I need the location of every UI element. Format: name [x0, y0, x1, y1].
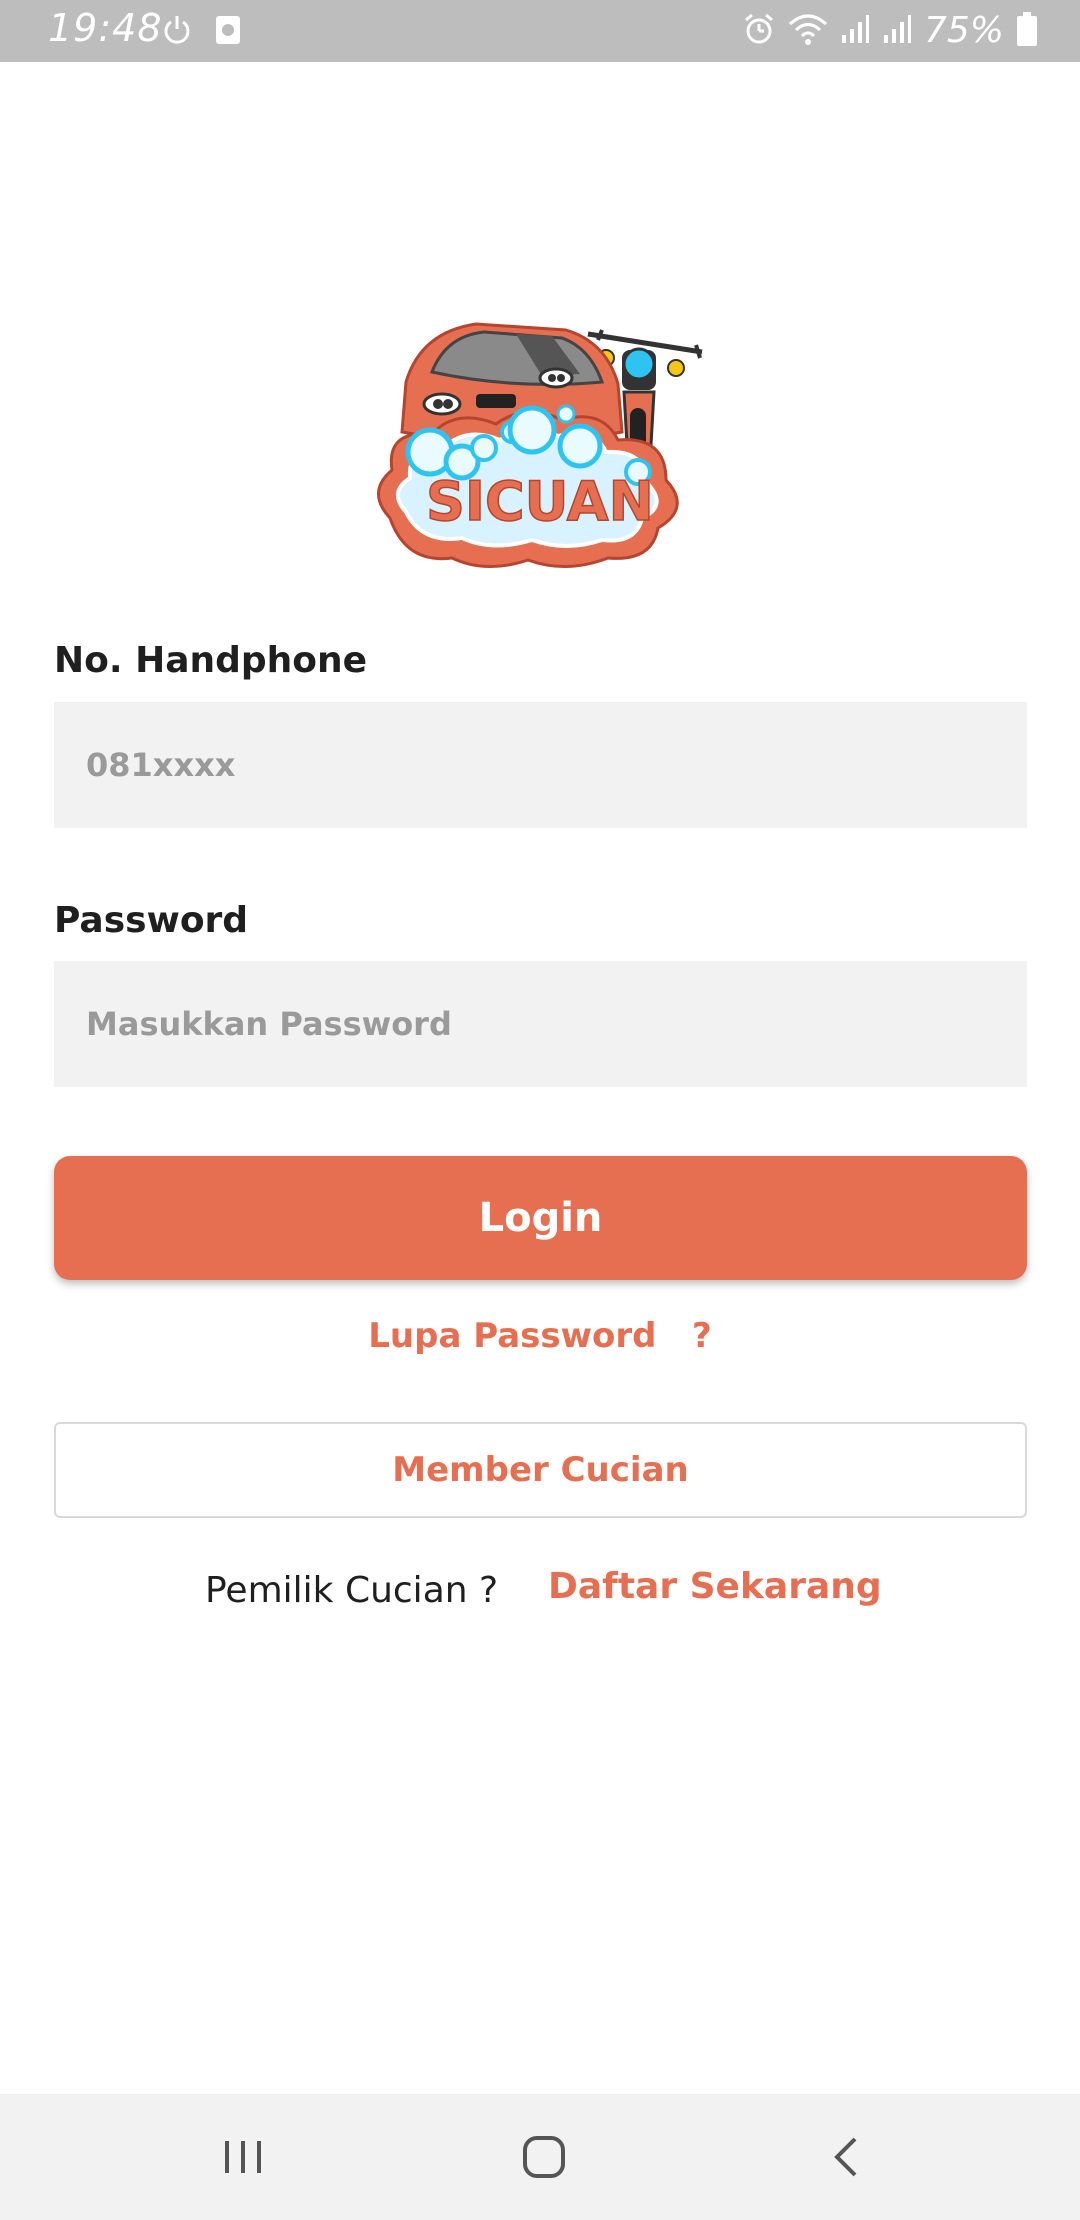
alarm-icon [742, 12, 776, 50]
password-label: Password [54, 900, 249, 941]
register-now-link[interactable]: Daftar Sekarang [548, 1566, 882, 1607]
battery-icon [1016, 11, 1038, 51]
member-cucian-button[interactable]: Member Cucian [54, 1422, 1027, 1518]
battery-percent: 75% [923, 10, 1004, 51]
navigation-bar [0, 2094, 1080, 2220]
recents-icon[interactable] [208, 2124, 278, 2190]
status-time: 19:48 [48, 6, 163, 50]
phone-input[interactable] [54, 702, 1027, 828]
power-icon [162, 14, 192, 50]
phone-label: No. Handphone [54, 640, 368, 681]
back-icon[interactable] [812, 2124, 882, 2190]
sicuan-logo: SICUAN [366, 312, 714, 572]
signal-icon [840, 13, 870, 49]
forgot-password-link[interactable]: Lupa Password ? [0, 1316, 1080, 1356]
owner-question-text: Pemilik Cucian ? [205, 1570, 499, 1611]
signal-icon [882, 13, 912, 49]
status-bar: 19:48 75% [0, 0, 1080, 62]
login-button[interactable]: Login [54, 1156, 1027, 1280]
forgot-password-label[interactable]: Lupa Password ? [368, 1316, 712, 1356]
password-input[interactable] [54, 961, 1027, 1087]
home-icon[interactable] [509, 2124, 579, 2190]
logo-text: SICUAN [426, 470, 654, 533]
wifi-icon [788, 12, 828, 50]
screenshot-icon [214, 14, 242, 50]
